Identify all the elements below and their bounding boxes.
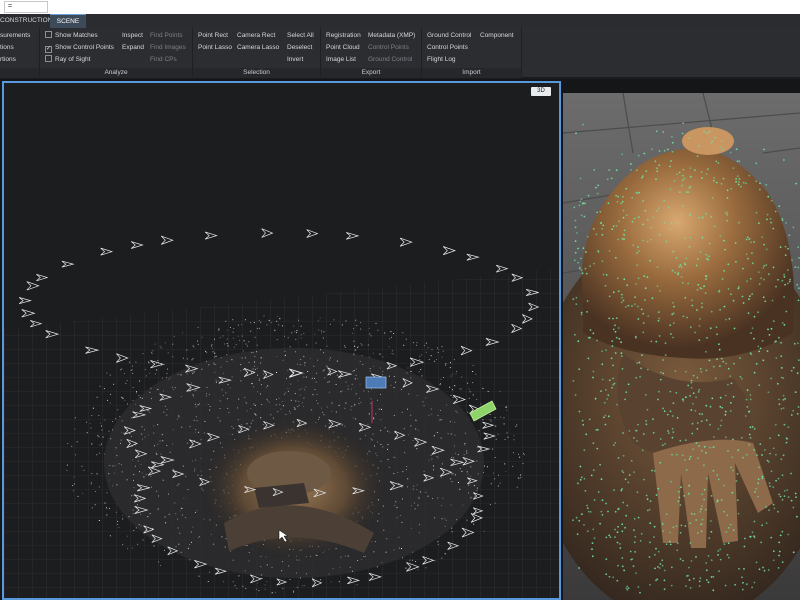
show-control-points-label: Show Control Points xyxy=(55,44,114,51)
camera-lasso-button[interactable]: Camera Lasso xyxy=(237,43,279,53)
inspect-button[interactable]: Inspect xyxy=(122,31,143,41)
export-control-points-button[interactable]: Control Points xyxy=(368,43,409,53)
component-button[interactable]: Component xyxy=(480,31,514,41)
ribbon-group-measurements: surements tions rtions xyxy=(0,28,40,78)
ribbon-group-analyze: Show Matches ✓ Show Control Points Ray of… xyxy=(40,28,193,78)
title-bar: = xyxy=(0,0,800,14)
registration-button[interactable]: Registration xyxy=(326,31,361,41)
app-window: = CONSTRUCTION SCENE surements tions rti… xyxy=(0,0,800,600)
statue-photo xyxy=(563,93,800,600)
highlighted-camera[interactable] xyxy=(365,376,387,389)
show-matches-checkbox[interactable]: Show Matches xyxy=(45,31,98,41)
find-points-button[interactable]: Find Points xyxy=(150,31,183,41)
deselect-button[interactable]: Deselect xyxy=(287,43,312,53)
tab-scene[interactable]: SCENE xyxy=(50,14,86,28)
find-images-button[interactable]: Find Images xyxy=(150,43,186,53)
image-preview-panel[interactable] xyxy=(563,93,800,600)
ribbon-group-import: Ground Control Control Points Flight Log… xyxy=(422,28,522,78)
ribbon-group-export: Registration Point Cloud Image List Meta… xyxy=(321,28,422,78)
import-control-points-button[interactable]: Control Points xyxy=(427,43,468,53)
group-label xyxy=(0,68,39,78)
camera-rect-button[interactable]: Camera Rect xyxy=(237,31,275,41)
ray-of-sight-checkbox[interactable]: Ray of Sight xyxy=(45,55,90,65)
group-label-export: Export xyxy=(321,68,421,78)
point-rect-button[interactable]: Point Rect xyxy=(198,31,228,41)
measurements-button[interactable]: surements xyxy=(0,31,30,41)
group-label-import: Import xyxy=(422,68,521,78)
select-all-button[interactable]: Select All xyxy=(287,31,314,41)
checkmark-icon: ✓ xyxy=(45,46,52,53)
image-list-button[interactable]: Image List xyxy=(326,55,356,65)
tab-reconstruction[interactable]: CONSTRUCTION xyxy=(0,14,52,28)
sections-button[interactable]: tions xyxy=(0,43,14,53)
expand-button[interactable]: Expand xyxy=(122,43,144,53)
quick-access-field[interactable]: = xyxy=(4,1,48,13)
metadata-xmp-button[interactable]: Metadata (XMP) xyxy=(368,31,415,41)
import-ground-control-button[interactable]: Ground Control xyxy=(427,31,471,41)
checkbox-icon xyxy=(45,31,52,38)
flight-log-button[interactable]: Flight Log xyxy=(427,55,456,65)
view-mode-3d-button[interactable]: 3D xyxy=(531,87,551,96)
point-lasso-button[interactable]: Point Lasso xyxy=(198,43,232,53)
ribbon-group-selection: Point Rect Point Lasso Camera Rect Camer… xyxy=(193,28,321,78)
ribbon: surements tions rtions Show Matches ✓ Sho… xyxy=(0,28,800,78)
show-matches-label: Show Matches xyxy=(55,32,98,39)
ray-of-sight-label: Ray of Sight xyxy=(55,56,91,63)
group-label-analyze: Analyze xyxy=(40,68,192,78)
ribbon-tabs: CONSTRUCTION SCENE xyxy=(0,14,800,28)
workspace: 3D xyxy=(0,79,800,600)
annotations-button[interactable]: rtions xyxy=(0,55,16,65)
helmet-top xyxy=(682,127,734,155)
point-cloud-scene[interactable] xyxy=(4,83,559,598)
show-control-points-checkbox[interactable]: ✓ Show Control Points xyxy=(45,43,114,53)
invert-button[interactable]: Invert xyxy=(287,55,303,65)
group-label-selection: Selection xyxy=(193,68,320,78)
find-cps-button[interactable]: Find CPs xyxy=(150,55,177,65)
3d-viewport[interactable]: 3D xyxy=(2,81,561,600)
export-ground-control-button[interactable]: Ground Control xyxy=(368,55,412,65)
checkbox-icon xyxy=(45,55,52,62)
point-cloud-button[interactable]: Point Cloud xyxy=(326,43,360,53)
